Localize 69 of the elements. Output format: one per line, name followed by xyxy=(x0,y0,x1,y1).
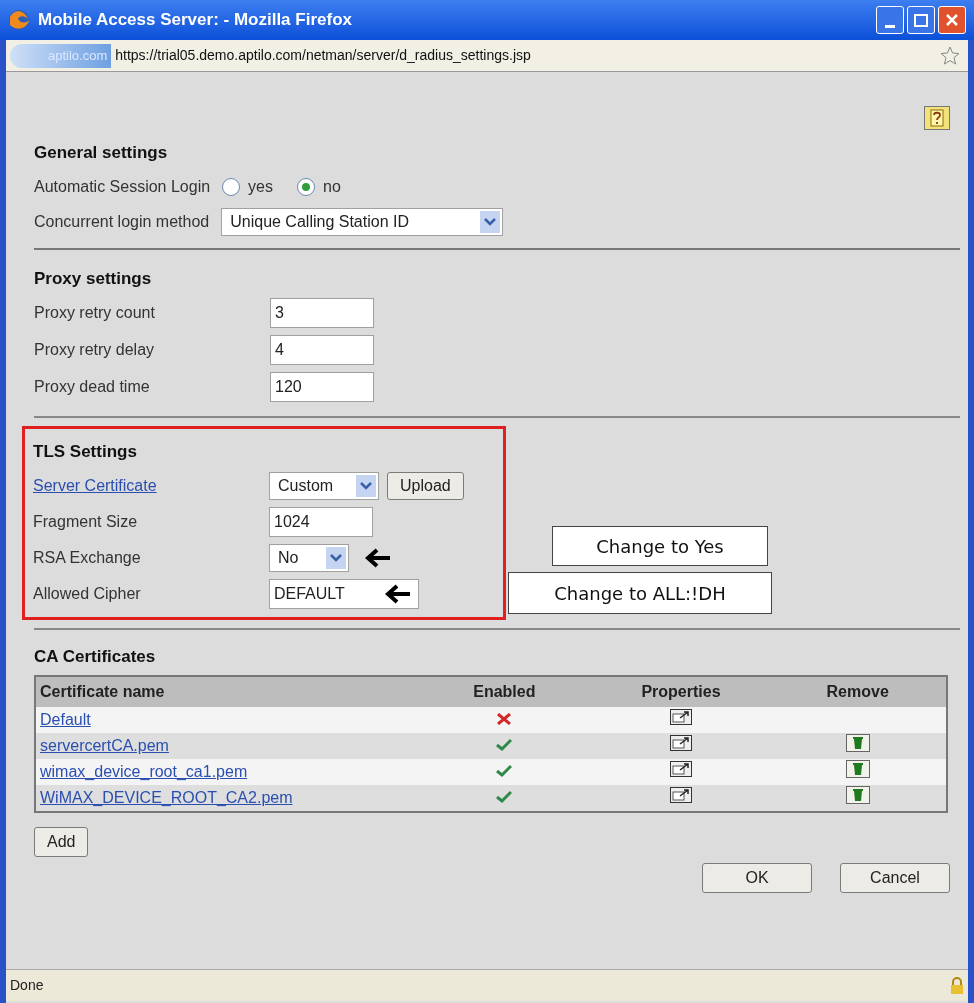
properties-icon[interactable] xyxy=(670,709,692,725)
certificate-link[interactable]: servercertCA.pem xyxy=(40,734,169,758)
chevron-down-icon xyxy=(484,217,497,226)
properties-icon[interactable] xyxy=(670,787,692,803)
maximize-button[interactable] xyxy=(907,6,935,34)
section-heading: General settings xyxy=(34,142,169,164)
field-label: Proxy retry delay xyxy=(34,341,155,358)
minimize-button[interactable] xyxy=(876,6,904,34)
certificate-link[interactable]: WiMAX_DEVICE_ROOT_CA2.pem xyxy=(40,786,293,810)
certificate-select[interactable]: Custom xyxy=(269,471,379,500)
trash-icon[interactable] xyxy=(845,733,870,752)
chevron-down-icon xyxy=(360,481,372,490)
login-method-select[interactable]: Unique Calling Station ID xyxy=(221,207,504,236)
annotation-note: Change to Yes xyxy=(552,526,768,566)
column-header: Enabled xyxy=(472,682,537,702)
text-field[interactable]: DEFAULT xyxy=(269,578,419,609)
dialog-button[interactable]: Cancel xyxy=(840,863,950,893)
radio-button[interactable] xyxy=(297,177,315,196)
properties-icon[interactable] xyxy=(670,735,692,751)
certificate-link[interactable]: Default xyxy=(40,708,91,732)
help-icon[interactable] xyxy=(924,106,950,130)
column-header: Certificate name xyxy=(39,682,166,702)
chevron-down-icon xyxy=(330,553,342,562)
certificate-link[interactable]: wimax_device_root_ca1.pem xyxy=(40,760,248,784)
field-label: Fragment Size xyxy=(33,511,138,532)
cross-icon xyxy=(497,713,512,725)
check-icon xyxy=(496,791,513,803)
field-label: Proxy retry count xyxy=(34,304,155,321)
check-icon xyxy=(496,765,513,777)
column-header: Remove xyxy=(825,682,890,702)
field-label: Proxy dead time xyxy=(34,378,150,395)
window-title: Mobile Access Server: - Mozilla Firefox xyxy=(38,9,352,32)
address-bar[interactable]: aptilo.com https://trial05.demo.aptilo.com/netman/server/d_radius_settings.jsp xyxy=(6,40,968,72)
radio-label: no xyxy=(323,176,341,197)
left-arrow-icon xyxy=(385,583,411,604)
radio-button[interactable] xyxy=(222,177,241,196)
status-text: Done xyxy=(10,976,44,995)
text-field[interactable]: 1024 xyxy=(269,506,373,537)
radio-label: yes xyxy=(248,176,273,197)
minimize-icon xyxy=(885,25,895,28)
globe-icon xyxy=(8,9,30,31)
number-field[interactable]: 3 xyxy=(270,298,374,328)
number-field[interactable]: 120 xyxy=(270,372,374,402)
add-button[interactable]: Add xyxy=(34,827,89,857)
properties-icon[interactable] xyxy=(670,761,692,777)
upload-button[interactable]: Upload xyxy=(387,471,464,500)
annotation-note: Change to ALL:!DH xyxy=(508,572,772,614)
close-button[interactable] xyxy=(938,6,966,34)
star-icon[interactable] xyxy=(940,45,960,66)
field-label: Automatic Session Login xyxy=(34,176,211,197)
rsa-select[interactable]: No xyxy=(269,543,349,572)
trash-icon[interactable] xyxy=(845,785,870,804)
trash-icon[interactable] xyxy=(845,759,870,778)
maximize-icon xyxy=(914,13,928,27)
field-label: Allowed Cipher xyxy=(33,583,141,604)
check-icon xyxy=(496,739,513,751)
padlock-icon xyxy=(950,976,964,995)
field-label: Concurrent login method xyxy=(34,211,210,232)
section-heading: TLS Settings xyxy=(33,441,138,463)
column-header: Properties xyxy=(640,682,722,702)
section-heading: Proxy settings xyxy=(34,267,153,290)
field-label: RSA Exchange xyxy=(33,547,141,568)
server-certificate-link[interactable]: Server Certificate xyxy=(33,473,157,498)
close-icon xyxy=(945,13,959,27)
dialog-button[interactable]: OK xyxy=(702,863,812,893)
url-text: https://trial05.demo.aptilo.com/netman/server/d_radius_settings.jsp xyxy=(115,46,531,65)
left-arrow-icon xyxy=(365,547,391,568)
number-field[interactable]: 4 xyxy=(270,335,374,365)
section-heading: CA Certificates xyxy=(34,645,157,668)
